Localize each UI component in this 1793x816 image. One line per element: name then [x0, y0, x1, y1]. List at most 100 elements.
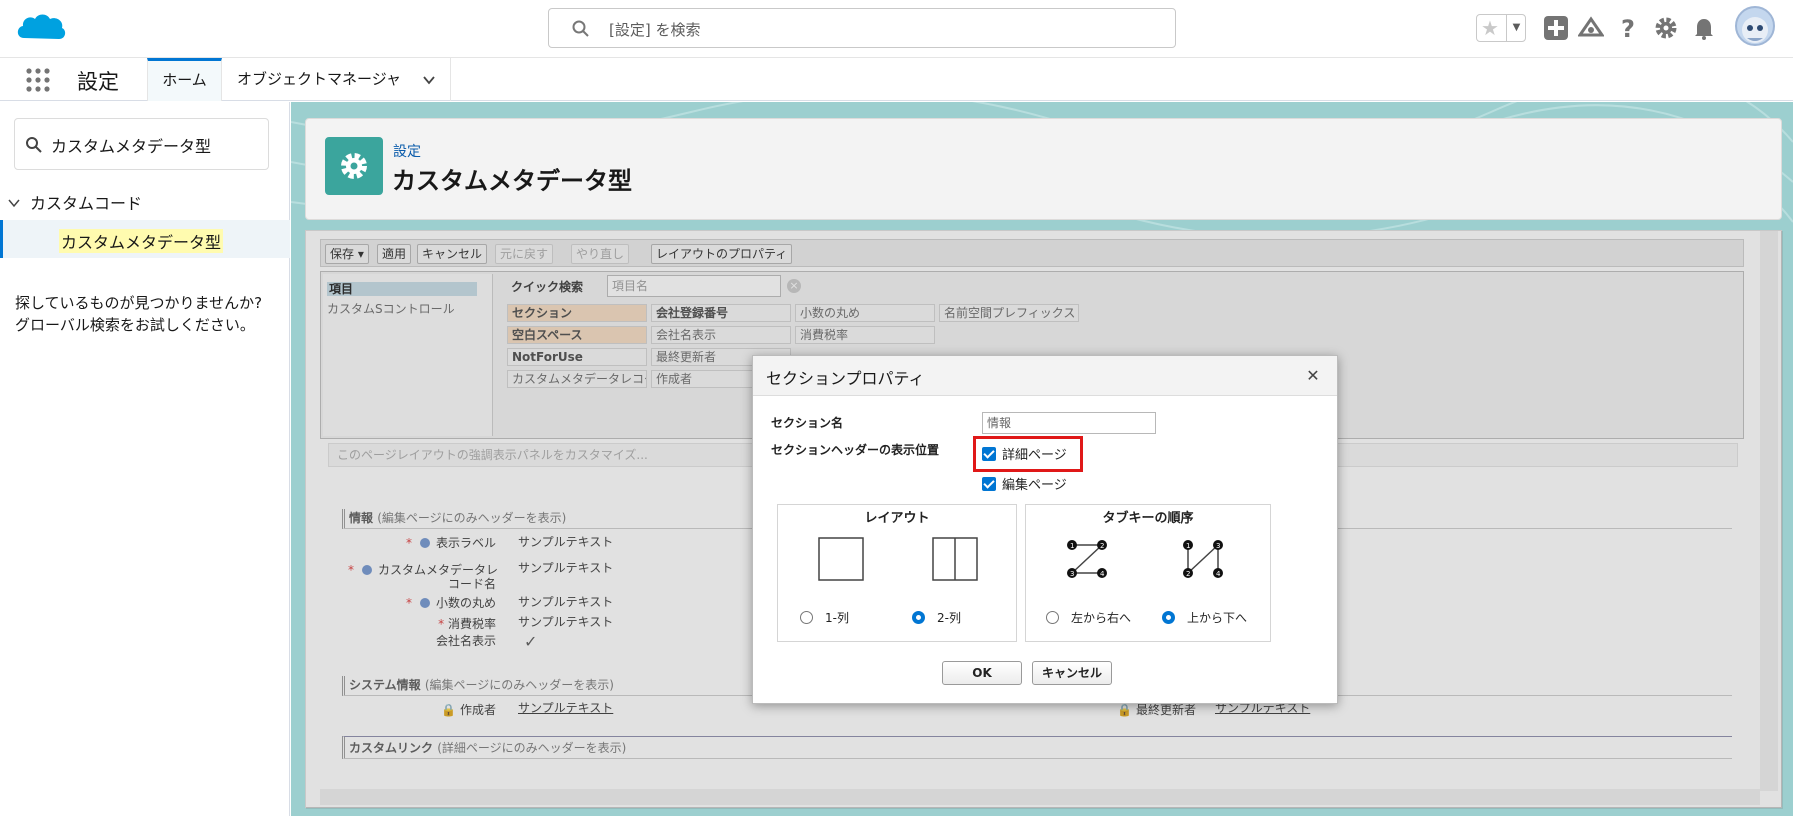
help-icon[interactable]: ?: [1615, 15, 1641, 41]
bell-icon[interactable]: [1691, 15, 1717, 41]
checkbox-checked-icon[interactable]: [982, 477, 996, 491]
palette-item[interactable]: セクション: [507, 304, 647, 322]
tree-item-custom-metadata-types[interactable]: カスタムメタデータ型: [0, 220, 290, 258]
layout-2-column-radio[interactable]: 2-列: [912, 609, 961, 626]
tree-group-label: カスタムコード: [30, 194, 143, 213]
quick-find-value: カスタムメタデータ型: [51, 137, 212, 156]
app-launcher-icon[interactable]: [25, 67, 51, 93]
breadcrumb[interactable]: 設定: [393, 141, 421, 161]
field-label-company-display[interactable]: 会社名表示: [366, 632, 496, 649]
global-search-placeholder: [設定] を検索: [609, 21, 701, 39]
svg-text:4: 4: [1216, 570, 1221, 578]
ok-button[interactable]: OK: [942, 661, 1022, 685]
layout-section-custom-links[interactable]: カスタムリンク (詳細ページにのみヘッダーを表示): [342, 736, 1732, 759]
help-text: 探しているものが見つかりませんか? グローバル検索をお試しください。: [15, 292, 262, 336]
chevron-down-icon[interactable]: [422, 73, 436, 87]
quick-search-label: クイック検索: [511, 280, 584, 294]
favorites-button[interactable]: ★ ▼: [1476, 14, 1526, 42]
dialog-title: セクションプロパティ: [766, 369, 925, 388]
global-search-box[interactable]: [設定] を検索: [548, 8, 1176, 48]
edit-page-label: 編集ページ: [1002, 478, 1067, 493]
svg-text:3: 3: [1070, 570, 1074, 578]
quick-find-input[interactable]: カスタムメタデータ型: [14, 118, 269, 170]
two-column-icon: [932, 537, 978, 581]
horizontal-scrollbar[interactable]: [320, 789, 1760, 805]
field-label-created-by[interactable]: 🔒 作成者: [396, 701, 496, 718]
section-note: (編集ページにのみヘッダーを表示): [424, 678, 614, 692]
page-header: 設定 カスタムメタデータ型: [305, 118, 1782, 220]
setup-sidebar: カスタムメタデータ型 カスタムコード カスタムメタデータ型 探しているものが見つ…: [0, 102, 290, 816]
palette-item[interactable]: 会社登録番号: [651, 304, 791, 322]
layout-1-column-radio[interactable]: 1-列: [800, 609, 849, 626]
header-position-label: セクションヘッダーの表示位置: [771, 443, 940, 457]
palette-item[interactable]: NotForUse: [507, 348, 647, 366]
checkmark-icon: ✓: [524, 632, 538, 651]
palette-category-fields[interactable]: 項目: [327, 282, 477, 296]
field-label-display-label[interactable]: * 表示ラベル: [366, 534, 496, 551]
highlight-box: [973, 436, 1083, 472]
apply-button[interactable]: 適用: [377, 244, 412, 264]
chevron-down-icon[interactable]: ▼: [1506, 15, 1526, 41]
setup-gear-icon: [325, 137, 383, 195]
quick-search-input[interactable]: 項目名: [607, 275, 781, 297]
left-to-right-icon: 1 2 3 4: [1067, 540, 1107, 578]
salesforce-logo[interactable]: [14, 10, 68, 46]
app-nav-bar: 設定 ホーム オブジェクトマネージャ: [0, 58, 1793, 101]
palette-categories: 項目 カスタムSコントロール: [323, 274, 493, 436]
field-value-link[interactable]: サンプルテキスト: [518, 699, 613, 716]
field-label-rounding[interactable]: * 小数の丸め: [366, 594, 496, 611]
gear-icon[interactable]: [1653, 15, 1679, 41]
edit-page-checkbox[interactable]: 編集ページ: [982, 474, 1067, 493]
section-properties-dialog: セクションプロパティ ✕ セクション名 情報 セクションヘッダーの表示位置 詳細…: [752, 355, 1338, 704]
cancel-button[interactable]: キャンセル: [1032, 661, 1112, 685]
tab-top-to-bottom-radio[interactable]: 上から下へ: [1162, 609, 1247, 626]
svg-text:3: 3: [1216, 542, 1220, 550]
page-title: カスタムメタデータ型: [392, 167, 632, 195]
section-title: カスタムリンク: [349, 741, 434, 755]
undo-button[interactable]: 元に戻す: [495, 244, 554, 264]
svg-text:2: 2: [1100, 542, 1104, 550]
svg-text:?: ?: [1621, 15, 1635, 41]
tab-order-title: タブキーの順序: [1102, 511, 1194, 526]
palette-item[interactable]: 名前空間プレフィックス: [939, 304, 1079, 322]
svg-text:2: 2: [1186, 570, 1190, 578]
palette-item[interactable]: 会社名表示: [651, 326, 791, 344]
field-value: サンプルテキスト: [518, 561, 614, 575]
search-icon: [26, 137, 42, 153]
tab-home[interactable]: ホーム: [147, 58, 222, 101]
chevron-down-icon[interactable]: [8, 197, 20, 209]
field-label-record-name-line2: コード名: [447, 577, 496, 591]
tree-item-label: カスタムメタデータ型: [59, 229, 224, 253]
search-icon: [572, 20, 589, 37]
tab-object-manager[interactable]: オブジェクトマネージャ: [222, 58, 451, 101]
tree-group-custom-code[interactable]: カスタムコード: [8, 190, 142, 214]
help-text-line2: グローバル検索をお試しください。: [15, 316, 255, 334]
svg-text:1: 1: [1070, 542, 1074, 550]
palette-item[interactable]: 消費税率: [795, 326, 935, 344]
palette-item[interactable]: 空白スペース: [507, 326, 647, 344]
layout-toolbar: 保存 ▾ 適用 キャンセル 元に戻す やり直し レイアウトのプロパティ: [320, 239, 1744, 267]
save-button[interactable]: 保存 ▾: [325, 244, 369, 264]
global-header: [設定] を検索 ★ ▼ ?: [0, 0, 1793, 58]
palette-category-scontrols[interactable]: カスタムSコントロール: [327, 300, 455, 317]
palette-item[interactable]: 小数の丸め: [795, 304, 935, 322]
vertical-scrollbar[interactable]: [1760, 231, 1778, 791]
cancel-button[interactable]: キャンセル: [417, 244, 488, 264]
layout-properties-button[interactable]: レイアウトのプロパティ: [651, 244, 793, 264]
tab-left-to-right-radio[interactable]: 左から右へ: [1046, 609, 1131, 626]
top-to-bottom-icon: 1 3 2 4: [1183, 540, 1223, 578]
add-icon[interactable]: [1543, 15, 1569, 41]
section-note: (編集ページにのみヘッダーを表示): [377, 511, 567, 525]
close-icon[interactable]: ✕: [1303, 366, 1323, 386]
favorites-star-icon: ★: [1481, 16, 1499, 40]
section-name-input[interactable]: 情報: [982, 412, 1156, 434]
section-name-label: セクション名: [771, 416, 844, 430]
clear-icon[interactable]: ×: [787, 279, 801, 293]
redo-button[interactable]: やり直し: [571, 244, 630, 264]
field-label-tax-rate[interactable]: * 消費税率: [366, 615, 496, 632]
avatar[interactable]: [1735, 6, 1775, 46]
layout-title: レイアウト: [864, 511, 930, 526]
dialog-header: セクションプロパティ ✕: [753, 356, 1337, 396]
trailhead-icon[interactable]: [1578, 15, 1604, 41]
palette-item[interactable]: カスタムメタデータレコード名: [507, 370, 647, 388]
